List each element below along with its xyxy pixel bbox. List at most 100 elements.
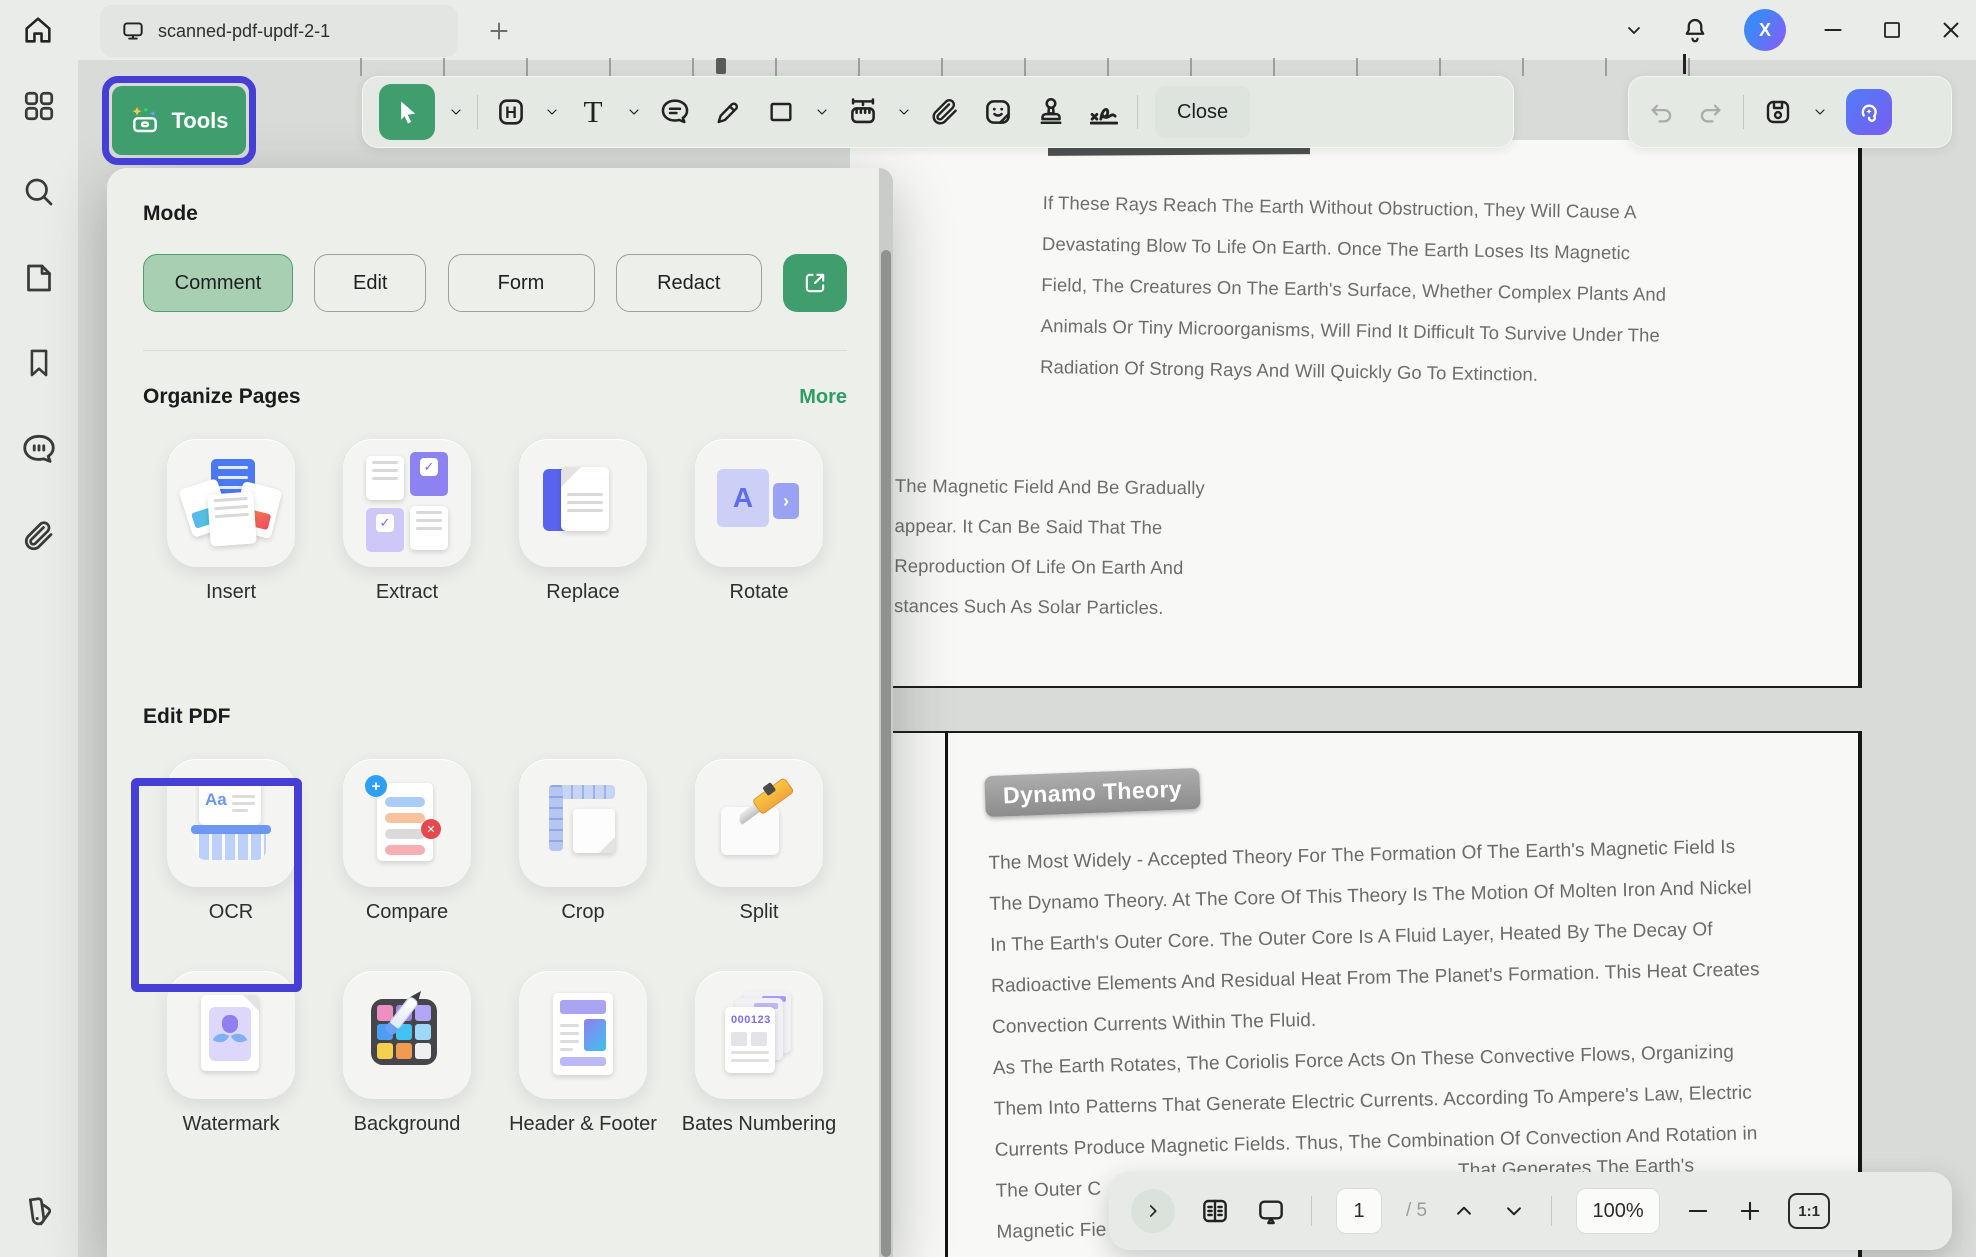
tile-watermark[interactable]: Watermark bbox=[143, 971, 319, 1137]
chevron-down-icon bbox=[1501, 1198, 1527, 1224]
zoom-in-button[interactable] bbox=[1736, 1197, 1764, 1225]
search-icon[interactable] bbox=[21, 174, 57, 210]
rectangle-shape-icon bbox=[765, 96, 797, 128]
select-tool-chevron-icon[interactable] bbox=[448, 104, 464, 120]
mode-form-button[interactable]: Form bbox=[448, 254, 595, 312]
window-minimize-icon[interactable] bbox=[1820, 17, 1846, 43]
plus-icon bbox=[486, 18, 512, 44]
measure-chevron-icon[interactable] bbox=[896, 104, 912, 120]
cursor-arrow-icon bbox=[393, 98, 421, 126]
toolbox-icon bbox=[129, 105, 161, 137]
previous-page-button[interactable] bbox=[1451, 1198, 1477, 1224]
organize-pages-title: Organize Pages bbox=[143, 385, 301, 409]
tile-header-footer[interactable]: Header & Footer bbox=[495, 971, 671, 1137]
page1-paragraph: If These Rays Reach The Earth Without Ob… bbox=[1040, 182, 1668, 397]
next-page-button[interactable] bbox=[1501, 1198, 1527, 1224]
history-save-toolbar bbox=[1628, 76, 1952, 148]
organize-more-link[interactable]: More bbox=[799, 386, 847, 409]
signature-icon bbox=[1085, 93, 1123, 131]
compare-illustration: + ✕ bbox=[361, 777, 453, 869]
shape-tool-button[interactable] bbox=[761, 88, 801, 136]
window-chevron-down-icon[interactable] bbox=[1622, 18, 1646, 42]
tab-title: scanned-pdf-updf-2-1 bbox=[158, 21, 330, 42]
comment-tool-button[interactable] bbox=[655, 88, 695, 136]
window-maximize-icon[interactable] bbox=[1880, 18, 1904, 42]
mode-comment-button[interactable]: Comment bbox=[143, 254, 293, 312]
select-tool-button[interactable] bbox=[379, 84, 435, 140]
actual-size-button[interactable]: 1:1 bbox=[1788, 1193, 1830, 1229]
mode-options: Comment Edit Form Redact bbox=[143, 254, 847, 312]
updf-app-window: If These Rays Reach The Earth Without Ob… bbox=[0, 0, 1976, 1257]
highlight-chevron-icon[interactable] bbox=[544, 104, 560, 120]
tile-insert[interactable]: Insert bbox=[143, 439, 319, 605]
save-chevron-icon[interactable] bbox=[1812, 104, 1828, 120]
panel-divider bbox=[143, 350, 847, 351]
tile-compare[interactable]: + ✕ Compare bbox=[319, 759, 495, 925]
left-sidebar bbox=[0, 60, 78, 1257]
chevron-up-icon bbox=[1451, 1198, 1477, 1224]
shape-chevron-icon[interactable] bbox=[814, 104, 830, 120]
mode-redact-button[interactable]: Redact bbox=[616, 254, 762, 312]
attach-tool-button[interactable] bbox=[925, 88, 965, 136]
pencil-tool-button[interactable] bbox=[708, 88, 748, 136]
notifications-bell-icon[interactable] bbox=[1680, 15, 1710, 45]
tile-extract[interactable]: ✓ ✓ Extract bbox=[319, 439, 495, 605]
window-close-icon[interactable] bbox=[1938, 17, 1964, 43]
text-tool-button[interactable]: T bbox=[573, 88, 613, 136]
document-tab[interactable]: scanned-pdf-updf-2-1 bbox=[100, 5, 458, 57]
text-chevron-icon[interactable] bbox=[626, 104, 642, 120]
zoom-out-button[interactable] bbox=[1684, 1197, 1712, 1225]
tile-ocr[interactable]: Aa OCR bbox=[143, 759, 319, 925]
presentation-mode-button[interactable] bbox=[1255, 1195, 1287, 1227]
tile-bates-numbering[interactable]: 000123 Bates Numbering bbox=[671, 971, 847, 1137]
redo-icon[interactable] bbox=[1695, 97, 1725, 127]
mode-edit-button[interactable]: Edit bbox=[314, 254, 426, 312]
tile-background[interactable]: Background bbox=[319, 971, 495, 1137]
page-total-label: / 5 bbox=[1406, 1200, 1427, 1222]
close-toolbar-button[interactable]: Close bbox=[1155, 86, 1250, 138]
ruler-cursor-marker bbox=[716, 58, 726, 74]
user-avatar[interactable]: X bbox=[1744, 9, 1786, 51]
attachments-icon[interactable] bbox=[21, 518, 57, 554]
signature-tool-button[interactable] bbox=[1084, 88, 1124, 136]
bookmark-icon[interactable] bbox=[22, 346, 56, 380]
dashboard-grid-icon[interactable] bbox=[21, 88, 57, 124]
bates-numbering-illustration: 000123 bbox=[713, 989, 805, 1081]
tile-replace[interactable]: Replace bbox=[495, 439, 671, 605]
save-icon[interactable] bbox=[1762, 96, 1794, 128]
tile-crop[interactable]: Crop bbox=[495, 759, 671, 925]
page-layout-button[interactable] bbox=[1199, 1195, 1231, 1227]
tools-button[interactable]: Tools bbox=[112, 86, 246, 155]
header-footer-illustration bbox=[537, 989, 629, 1081]
home-button[interactable] bbox=[16, 8, 60, 52]
expand-bar-button[interactable] bbox=[1131, 1189, 1175, 1233]
color-swatches-icon[interactable] bbox=[21, 1193, 57, 1229]
panel-scrollbar-track[interactable] bbox=[879, 168, 893, 1257]
crop-illustration bbox=[537, 777, 629, 869]
toolbar-divider bbox=[1743, 95, 1744, 129]
undo-icon[interactable] bbox=[1647, 97, 1677, 127]
open-in-new-window-button[interactable] bbox=[783, 254, 847, 312]
page1-clipped-paragraph: The Magnetic Field And Be Gradually appe… bbox=[894, 466, 1205, 628]
ai-assistant-button[interactable] bbox=[1846, 89, 1892, 135]
new-tab-button[interactable] bbox=[480, 12, 518, 50]
edit-pdf-tiles-row1: Aa OCR + ✕ Compare bbox=[143, 759, 847, 925]
stamp-tool-button[interactable] bbox=[1031, 88, 1071, 136]
tile-split[interactable]: Split bbox=[671, 759, 847, 925]
page2-scan-edge bbox=[945, 731, 948, 1257]
external-link-icon bbox=[801, 269, 829, 297]
page-number-input[interactable]: 1 bbox=[1336, 1188, 1382, 1234]
page-thumbnails-icon[interactable] bbox=[21, 260, 57, 296]
ai-assistant-icon bbox=[1855, 98, 1883, 126]
panel-scrollbar-thumb[interactable] bbox=[881, 250, 891, 1257]
sticker-tool-button[interactable] bbox=[978, 88, 1018, 136]
pencil-icon bbox=[712, 96, 744, 128]
highlight-tool-button[interactable]: H bbox=[491, 88, 531, 136]
measure-tool-button[interactable] bbox=[843, 88, 883, 136]
comments-icon[interactable] bbox=[20, 430, 58, 468]
extract-illustration: ✓ ✓ bbox=[361, 457, 453, 549]
comment-bubble-icon bbox=[658, 95, 692, 129]
svg-text:T: T bbox=[583, 95, 602, 129]
zoom-level-input[interactable]: 100% bbox=[1576, 1188, 1660, 1234]
tile-rotate[interactable]: A › Rotate bbox=[671, 439, 847, 605]
